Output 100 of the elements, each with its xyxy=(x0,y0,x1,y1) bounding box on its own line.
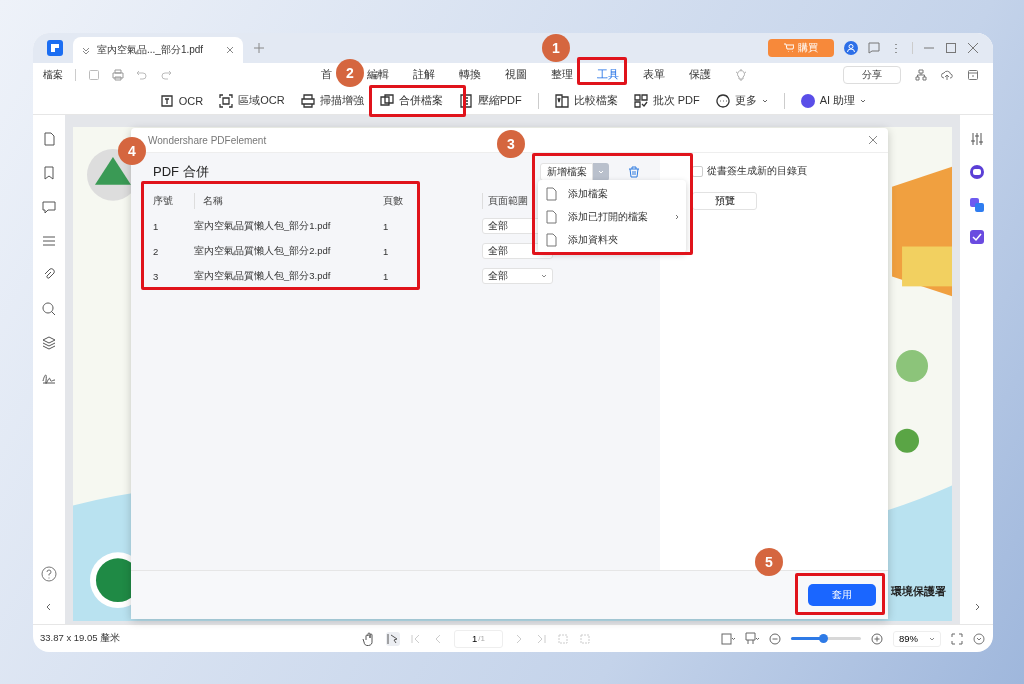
robot-icon[interactable] xyxy=(968,164,985,180)
menu-tab[interactable]: 表單 xyxy=(643,68,665,82)
toolbar-button[interactable]: AI 助理 xyxy=(800,93,867,108)
close-icon[interactable] xyxy=(225,45,235,55)
ocr-icon xyxy=(159,93,174,108)
page-number-field[interactable]: 1/1 xyxy=(454,629,503,648)
compare-icon xyxy=(554,93,569,108)
file-icon xyxy=(544,209,558,224)
help-icon[interactable] xyxy=(41,566,57,582)
menu-tab[interactable]: 編輯 xyxy=(367,68,389,82)
batch-icon xyxy=(633,93,648,108)
cloud-upload-icon[interactable] xyxy=(941,69,953,81)
caret-icon xyxy=(598,169,604,175)
stack-icon[interactable] xyxy=(42,336,56,350)
scan-icon xyxy=(300,93,315,108)
caret-icon xyxy=(929,635,935,642)
table-cell-text: 室內空氣品質懶人包_部分1.pdf xyxy=(194,219,332,233)
comment-icon[interactable] xyxy=(42,200,56,214)
chevron-down-icon[interactable] xyxy=(81,45,91,55)
chat-icon[interactable] xyxy=(868,42,880,54)
sliders-icon[interactable] xyxy=(969,132,984,146)
page-text: 環境保護署 xyxy=(891,584,946,599)
toolbar-button[interactable]: 比較檔案 xyxy=(554,93,618,108)
fit-page-icon[interactable] xyxy=(721,631,735,646)
fullscreen-icon[interactable] xyxy=(951,632,963,645)
document-tab[interactable]: 室內空氣品..._部分1.pdf xyxy=(73,37,243,63)
zoom-slider-thumb[interactable] xyxy=(818,634,828,643)
save-icon[interactable] xyxy=(88,69,100,81)
add-tab-icon[interactable] xyxy=(253,42,265,54)
table-cell-text: 1 xyxy=(383,270,390,282)
paperclip-icon[interactable] xyxy=(42,268,56,282)
toolbar-button[interactable]: 合併檔案 xyxy=(379,93,443,108)
toolbar-button[interactable]: OCR xyxy=(159,93,204,108)
sitemap-icon[interactable] xyxy=(915,69,927,81)
menu-tab[interactable]: 工具 xyxy=(597,68,619,82)
menu-tab[interactable]: 轉換 xyxy=(459,68,481,82)
file-icon xyxy=(544,232,558,247)
print-icon[interactable] xyxy=(112,69,124,81)
menu-tab[interactable]: 保護 xyxy=(689,68,711,82)
table-cell-text: 3 xyxy=(153,270,160,282)
select-cursor-icon[interactable] xyxy=(386,631,400,646)
ai-icon xyxy=(800,93,815,108)
zoom-in-icon[interactable] xyxy=(871,632,883,645)
share-button[interactable]: 分享 xyxy=(843,66,901,84)
dialog-title: PDF 合併 xyxy=(153,163,209,181)
menu-tab[interactable]: 註解 xyxy=(413,68,435,82)
table-cell-text: 1 xyxy=(383,220,390,232)
maximize-icon[interactable] xyxy=(945,42,957,54)
cart-icon xyxy=(784,43,794,53)
file-menu[interactable]: 檔案 xyxy=(43,68,63,82)
redo-icon[interactable] xyxy=(160,69,172,81)
more-icon xyxy=(715,93,730,108)
apply-button[interactable]: 套用 xyxy=(808,584,876,606)
caret-icon xyxy=(761,97,768,104)
hand-icon[interactable] xyxy=(362,631,376,646)
page-layout-icon[interactable] xyxy=(745,631,759,646)
lightbulb-icon[interactable] xyxy=(735,69,747,81)
avatar-icon[interactable] xyxy=(844,41,858,55)
zoom-level-field[interactable]: 89% xyxy=(893,630,941,647)
toolbar-button[interactable]: 掃描增強 xyxy=(300,93,364,108)
add-file-dropdown-button[interactable] xyxy=(593,163,609,181)
toolbar-button[interactable]: 更多 xyxy=(715,92,785,109)
preview-button[interactable]: 預覽 xyxy=(692,192,757,210)
zoom-out-icon[interactable] xyxy=(769,632,781,645)
caret-icon xyxy=(541,273,547,279)
merge-icon xyxy=(379,93,394,108)
table-cell-text: 室內空氣品質懶人包_部分2.pdf xyxy=(194,244,332,258)
page-icon[interactable] xyxy=(42,132,56,146)
toolbar-button[interactable]: 批次 PDF xyxy=(633,93,700,108)
file-icon xyxy=(544,186,558,201)
table-cell-text: 1 xyxy=(153,220,160,232)
column-header: 序號 xyxy=(153,194,174,208)
translate-icon[interactable] xyxy=(969,198,984,212)
table-cell-text: 1 xyxy=(383,245,390,257)
panel-icon[interactable] xyxy=(967,69,979,81)
layers-icon[interactable] xyxy=(42,234,56,248)
toolbar-button[interactable]: 區域OCR xyxy=(219,93,285,108)
add-file-button[interactable]: 新增檔案 xyxy=(540,163,593,181)
highlight-frame xyxy=(577,57,627,85)
zoom-slider[interactable] xyxy=(791,637,861,640)
trash-icon[interactable] xyxy=(628,166,640,178)
checklist-icon[interactable] xyxy=(969,230,984,244)
close-icon[interactable] xyxy=(967,42,979,54)
table-cell-text: 2 xyxy=(153,245,160,257)
menu-tab[interactable]: 首 xyxy=(321,68,332,82)
bookmark-icon[interactable] xyxy=(42,166,56,180)
checkbox[interactable] xyxy=(692,166,703,177)
search-icon[interactable] xyxy=(42,302,56,316)
app-logo-icon xyxy=(47,40,63,56)
page-range-select[interactable]: 全部 xyxy=(482,268,553,284)
tab-title: 室內空氣品..._部分1.pdf xyxy=(97,43,205,57)
area-ocr-icon xyxy=(219,93,234,108)
menu-tab[interactable]: 整理 xyxy=(551,68,573,82)
menu-tab[interactable]: 視圖 xyxy=(505,68,527,82)
undo-icon[interactable] xyxy=(136,69,148,81)
collapse-down-icon[interactable] xyxy=(973,632,985,645)
toolbar-button[interactable]: 壓縮PDF xyxy=(458,92,539,109)
page-size-text: 33.87 x 19.05 釐米 xyxy=(40,632,121,645)
caret-icon xyxy=(860,97,867,104)
close-icon[interactable] xyxy=(868,135,878,145)
